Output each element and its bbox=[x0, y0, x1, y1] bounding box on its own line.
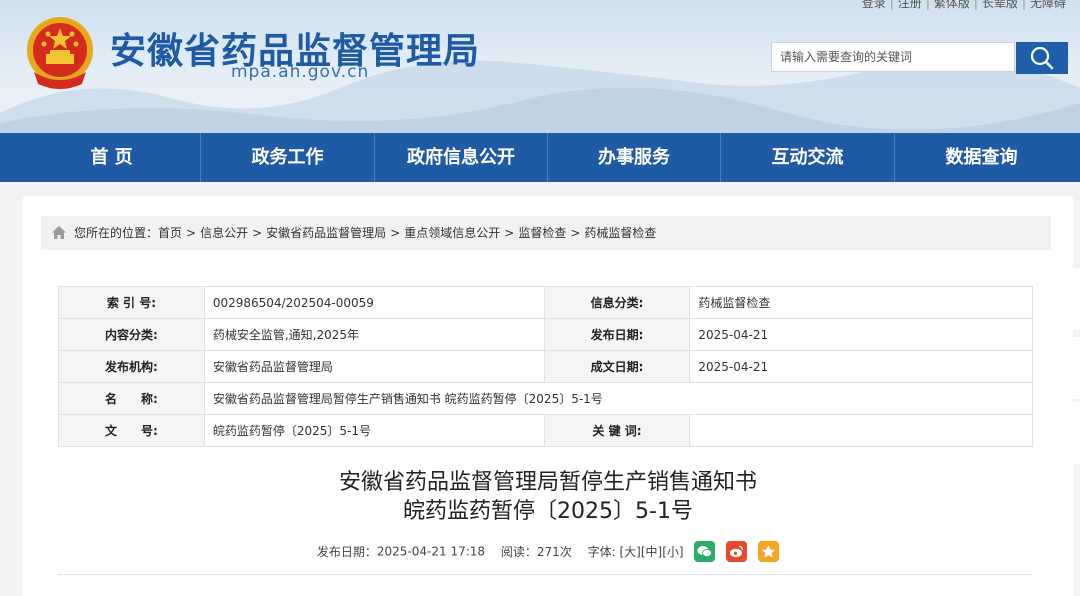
login-link[interactable]: 登录 bbox=[862, 0, 886, 10]
views-value: 271次 bbox=[536, 545, 572, 559]
nav-services[interactable]: 办事服务 bbox=[548, 133, 720, 182]
breadcrumb-key-areas[interactable]: 重点领域信息公开 bbox=[404, 226, 500, 240]
publish-date-value: 2025-04-21 bbox=[689, 318, 1033, 351]
views-label: 阅读： bbox=[500, 545, 537, 559]
breadcrumb-supervision[interactable]: 监督检查 bbox=[518, 226, 566, 240]
search-input[interactable] bbox=[771, 42, 1015, 72]
font-medium-button[interactable]: [中] bbox=[641, 545, 662, 559]
nav-info-disclosure[interactable]: 政府信息公开 bbox=[375, 133, 547, 182]
article-info-bar: 发布日期：2025-04-21 17:18 阅读：271次 字体: [大][中]… bbox=[23, 541, 1073, 562]
weibo-share-icon[interactable] bbox=[726, 541, 748, 562]
search-icon bbox=[1030, 46, 1054, 70]
article-title-line2: 皖药监药暂停〔2025〕5-1号 bbox=[403, 499, 693, 524]
article-title-line1: 安徽省药品监督管理局暂停生产销售通知书 bbox=[338, 470, 757, 495]
font-small-button[interactable]: [小] bbox=[662, 545, 683, 559]
main-nav: 首 页 政务工作 政府信息公开 办事服务 互动交流 数据查询 bbox=[0, 133, 1080, 182]
breadcrumb-prefix: 您所在的位置： bbox=[74, 226, 159, 240]
category-label: 信息分类: bbox=[543, 286, 691, 319]
content-type-value: 药械安全监管,通知,2025年 bbox=[203, 318, 545, 351]
content-panel: 您所在的位置：首页 > 信息公开 > 安徽省药品监督管理局 > 重点领域信息公开 > 监督检查 >… bbox=[23, 196, 1073, 596]
traditional-chinese-link[interactable]: 繁体版 bbox=[934, 0, 970, 10]
breadcrumb-current[interactable]: 药械监督检查 bbox=[584, 226, 656, 240]
search-button[interactable] bbox=[1016, 42, 1068, 74]
publisher-value: 安徽省药品监督管理局 bbox=[203, 350, 545, 383]
search-box bbox=[771, 42, 1068, 74]
table-row: 名 称: 安徽省药品监督管理局暂停生产销售通知书 皖药监药暂停〔2025〕5-1… bbox=[58, 382, 1034, 415]
document-date-value: 2025-04-21 bbox=[689, 350, 1033, 383]
index-value: 002986504/202504-00059 bbox=[203, 286, 545, 319]
table-row: 索 引 号: 002986504/202504-00059 信息分类: 药械监督… bbox=[58, 286, 1033, 319]
breadcrumb: 您所在的位置：首页 > 信息公开 > 安徽省药品监督管理局 > 重点领域信息公开 > 监督检查 >… bbox=[41, 216, 1051, 250]
nav-interaction[interactable]: 互动交流 bbox=[721, 133, 894, 182]
name-label: 名 称: bbox=[58, 382, 205, 415]
document-meta-table: 索 引 号: 002986504/202504-00059 信息分类: 药械监督… bbox=[58, 286, 1034, 447]
table-row: 文 号: 皖药监药暂停〔2025〕5-1号 关 键 词: bbox=[58, 414, 1033, 447]
home-icon bbox=[52, 226, 66, 239]
site-header: 登录 | 注册 | 繁体版 | 长辈版 | 无障碍 安徽省药品监督管理局 mpa.ah.gov.… bbox=[0, 0, 1080, 133]
publish-time-value: 2025-04-21 17:18 bbox=[376, 544, 486, 559]
accessibility-link[interactable]: 无障碍 bbox=[1030, 0, 1066, 10]
breadcrumb-info-public[interactable]: 信息公开 bbox=[200, 226, 248, 240]
favorite-icon[interactable] bbox=[758, 541, 780, 562]
publish-date-label: 发布日期: bbox=[543, 318, 691, 351]
national-emblem-icon bbox=[27, 17, 93, 89]
index-label: 索 引 号: bbox=[58, 286, 205, 319]
breadcrumb-agency[interactable]: 安徽省药品监督管理局 bbox=[266, 226, 386, 240]
font-size-label: 字体: bbox=[587, 545, 616, 559]
table-row: 发布机构: 安徽省药品监督管理局 成文日期: 2025-04-21 bbox=[58, 350, 1033, 383]
document-number-value: 皖药监药暂停〔2025〕5-1号 bbox=[203, 414, 545, 447]
name-value: 安徽省药品监督管理局暂停生产销售通知书 皖药监药暂停〔2025〕5-1号 bbox=[203, 382, 1034, 415]
category-value: 药械监督检查 bbox=[689, 286, 1033, 319]
publisher-label: 发布机构: bbox=[58, 350, 205, 383]
publish-time-label: 发布日期： bbox=[316, 545, 377, 559]
wechat-share-icon[interactable] bbox=[694, 541, 716, 562]
document-date-label: 成文日期: bbox=[543, 350, 691, 383]
register-link[interactable]: 注册 bbox=[898, 0, 922, 10]
nav-home[interactable]: 首 页 bbox=[23, 133, 200, 182]
breadcrumb-home[interactable]: 首页 bbox=[158, 226, 182, 240]
top-links: 登录 | 注册 | 繁体版 | 长辈版 | 无障碍 bbox=[862, 0, 1066, 11]
nav-data-query[interactable]: 数据查询 bbox=[895, 133, 1068, 182]
font-large-button[interactable]: [大] bbox=[620, 545, 641, 559]
table-row: 内容分类: 药械安全监管,通知,2025年 发布日期: 2025-04-21 bbox=[58, 318, 1033, 351]
site-domain: mpa.ah.gov.cn bbox=[231, 62, 370, 82]
divider bbox=[58, 574, 1033, 575]
nav-government-affairs[interactable]: 政务工作 bbox=[201, 133, 374, 182]
keywords-label: 关 键 词: bbox=[543, 414, 691, 447]
elder-mode-link[interactable]: 长辈版 bbox=[982, 0, 1018, 10]
keywords-value bbox=[689, 414, 1033, 447]
content-type-label: 内容分类: bbox=[58, 318, 205, 351]
document-number-label: 文 号: bbox=[58, 414, 205, 447]
